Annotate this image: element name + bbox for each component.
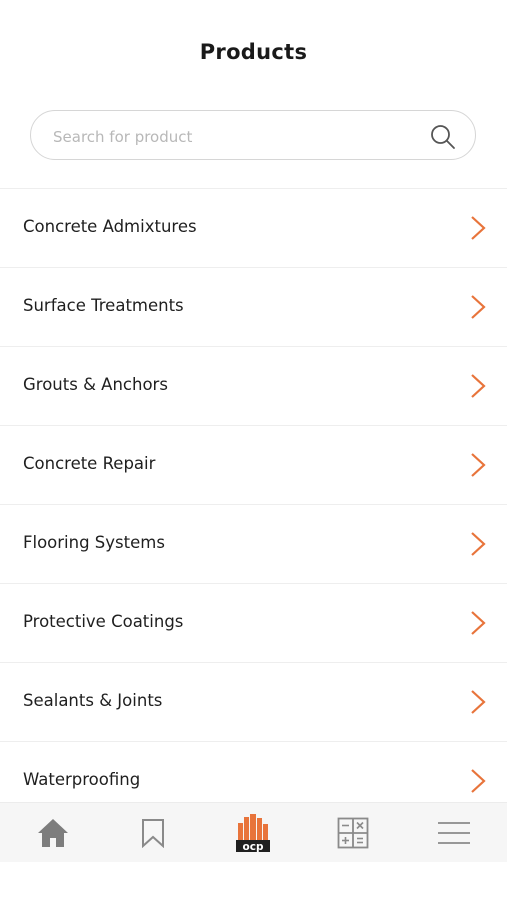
list-item-label: Concrete Repair — [23, 454, 156, 473]
list-item-label: Surface Treatments — [23, 296, 184, 315]
category-list: Concrete Admixtures Surface Treatments G… — [0, 188, 507, 821]
list-item-label: Sealants & Joints — [23, 691, 163, 710]
calculator-icon — [337, 817, 369, 849]
tab-products[interactable]: ocp — [203, 803, 303, 863]
chevron-right-icon — [471, 374, 486, 398]
list-item-surface-treatments[interactable]: Surface Treatments — [0, 268, 507, 347]
list-item-flooring-systems[interactable]: Flooring Systems — [0, 505, 507, 584]
search-box[interactable] — [30, 110, 476, 160]
list-item-label: Waterproofing — [23, 770, 141, 789]
tab-home[interactable] — [3, 803, 103, 863]
tab-menu[interactable] — [404, 803, 504, 863]
list-item-sealants-joints[interactable]: Sealants & Joints — [0, 663, 507, 742]
bottom-safe-area — [0, 862, 507, 900]
header: Products — [0, 0, 507, 85]
search-icon[interactable] — [429, 123, 457, 151]
chevron-right-icon — [471, 216, 486, 240]
menu-icon — [438, 822, 470, 844]
tab-bar: ocp — [0, 802, 507, 863]
ocp-logo-icon: ocp — [236, 814, 270, 853]
bookmark-icon — [142, 819, 164, 848]
list-item-label: Protective Coatings — [23, 612, 184, 631]
list-item-label: Concrete Admixtures — [23, 217, 197, 236]
chevron-right-icon — [471, 769, 486, 793]
search-input[interactable] — [51, 123, 425, 151]
chevron-right-icon — [471, 532, 486, 556]
list-item-protective-coatings[interactable]: Protective Coatings — [0, 584, 507, 663]
ocp-logo-text: ocp — [243, 841, 264, 853]
list-item-label: Grouts & Anchors — [23, 375, 168, 394]
chevron-right-icon — [471, 453, 486, 477]
chevron-right-icon — [471, 295, 486, 319]
list-item-concrete-repair[interactable]: Concrete Repair — [0, 426, 507, 505]
home-icon — [38, 819, 68, 847]
chevron-right-icon — [471, 690, 486, 714]
page-title: Products — [199, 40, 308, 64]
search-area — [0, 84, 507, 188]
list-item-label: Flooring Systems — [23, 533, 165, 552]
chevron-right-icon — [471, 611, 486, 635]
tab-bookmarks[interactable] — [103, 803, 203, 863]
list-item-grouts-anchors[interactable]: Grouts & Anchors — [0, 347, 507, 426]
tab-calculator[interactable] — [303, 803, 403, 863]
list-item-concrete-admixtures[interactable]: Concrete Admixtures — [0, 189, 507, 268]
